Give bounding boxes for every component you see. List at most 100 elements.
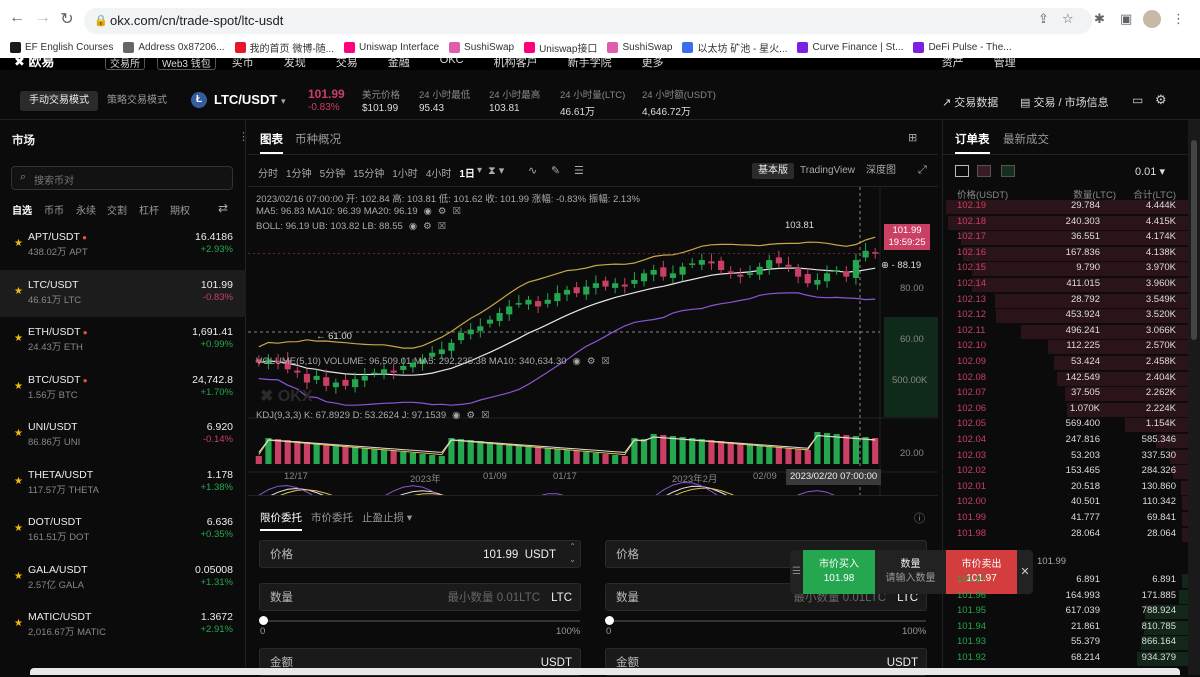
sidepanel-icon[interactable]: ▣ (1120, 11, 1132, 27)
close-small-icon[interactable]: ☒ (452, 206, 461, 217)
nav-item[interactable]: 机构客户 (490, 58, 542, 70)
ask-row[interactable]: 102.06 1.070K 2.224K (943, 402, 1188, 418)
ask-row[interactable]: 102.08 142.549 2.404K (943, 371, 1188, 387)
bookmark-item[interactable]: DeFi Pulse - The... (913, 41, 1012, 53)
nav-item[interactable]: 新手学院 (564, 58, 616, 70)
candle-type-icon[interactable]: ⧗ ▾ (488, 164, 504, 178)
ask-row[interactable]: 102.01 20.518 130.860 (943, 480, 1188, 496)
tab-stop-order[interactable]: 止盈止损 ▾ (362, 510, 412, 525)
address-bar[interactable]: 🔒 okx.com/cn/trade-spot/ltc-usdt (84, 8, 1092, 34)
nav-item[interactable]: 交易所 (105, 58, 145, 70)
ask-row[interactable]: 102.13 28.792 3.549K (943, 293, 1188, 309)
market-row[interactable]: ★ GALA/USDT 2.57亿 GALA 0.05008 +1.31% (0, 555, 246, 602)
tab-chart[interactable]: 图表 (260, 131, 283, 154)
interval-option[interactable]: 5分钟 (320, 165, 346, 180)
ask-row[interactable]: 102.10 112.225 2.570K (943, 340, 1188, 355)
market-row[interactable]: ★ THETA/USDT 117.57万 THETA 1.178 +1.38% (0, 460, 246, 507)
ask-row[interactable]: 101.99 41.777 69.841 (943, 512, 1188, 527)
bookmark-item[interactable]: SushiSwap (607, 41, 672, 53)
precision-select[interactable]: 0.01 ▾ (1135, 165, 1165, 178)
interval-option[interactable]: 1分钟 (286, 165, 312, 180)
favorite-star-icon[interactable]: ★ (14, 333, 23, 344)
bookmark-star-icon[interactable]: ☆ (1062, 11, 1074, 27)
market-row[interactable]: ★ UNI/USDT 86.86万 UNI 6.920 -0.14% (0, 412, 246, 459)
favorite-star-icon[interactable]: ★ (14, 238, 23, 249)
draw-tool-icon[interactable]: ✎ (551, 164, 560, 177)
settings-small-icon[interactable]: ⚙ (466, 410, 475, 421)
slider-handle[interactable] (605, 616, 614, 625)
interval-option[interactable]: 1日 (459, 165, 475, 180)
ask-row[interactable]: 102.02 153.465 284.326 (943, 465, 1188, 480)
ask-row[interactable]: 102.17 36.551 4.174K (943, 231, 1188, 246)
market-row[interactable]: ★ LTC/USDT 46.61万 LTC 101.99 -0.83% (0, 269, 246, 317)
pair-selector[interactable]: LTC/USDT ▾ (214, 92, 285, 107)
ask-row[interactable]: 102.12 453.924 3.520K (943, 309, 1188, 324)
ask-row[interactable]: 102.19 29.784 4.444K (943, 200, 1188, 215)
favorite-star-icon[interactable]: ★ (14, 523, 23, 534)
back-icon[interactable]: ← (6, 9, 28, 27)
tab-orderbook[interactable]: 订单表 (955, 131, 990, 154)
nav-item[interactable]: Web3 钱包 (157, 58, 216, 70)
sell-amount-slider[interactable] (608, 620, 926, 622)
favorite-star-icon[interactable]: ★ (14, 618, 23, 629)
view-tradingview[interactable]: TradingView (800, 163, 855, 179)
extensions-icon[interactable]: ✱ (1094, 11, 1105, 27)
list-icon[interactable]: ☰ (574, 164, 584, 177)
bid-row[interactable]: 101.94 21.861 810.785 (943, 620, 1188, 636)
bookmark-item[interactable]: EF English Courses (10, 41, 113, 53)
settings-gear-icon[interactable]: ⚙ (1155, 92, 1167, 108)
okx-logo[interactable]: ✖ 欧易 (14, 58, 84, 70)
page-scrollbar[interactable] (1188, 120, 1200, 675)
ask-row[interactable]: 102.11 496.241 3.066K (943, 324, 1188, 340)
settings-small-icon[interactable]: ⚙ (423, 221, 432, 232)
bid-row[interactable]: 101.93 55.379 866.164 (943, 636, 1188, 651)
bookmark-item[interactable]: Uniswap Interface (344, 41, 439, 53)
ask-row[interactable]: 102.14 411.015 3.960K (943, 278, 1188, 293)
market-row[interactable]: ★ DOT/USDT 161.51万 DOT 6.636 +0.35% (0, 507, 246, 554)
stepper-down-icon[interactable]: ⌄ (569, 546, 576, 574)
bookmark-item[interactable]: Uniswap接口 (524, 40, 597, 55)
ask-row[interactable]: 102.15 9.790 3.970K (943, 262, 1188, 277)
nav-item[interactable]: 买币 (228, 58, 258, 70)
bookmark-item[interactable]: 我的首页 微博-随... (234, 40, 334, 55)
trade-data-link[interactable]: ↗ 交易数据 (942, 94, 998, 110)
bookmark-item[interactable]: SushiSwap (449, 41, 514, 53)
buy-price-input[interactable]: 价格 101.99 USDT ⌃ ⌄ (259, 540, 581, 568)
buy-qty-input[interactable]: 数量 最小数量 0.01LTC LTC (259, 583, 581, 611)
layout-icon[interactable]: ▭ (1132, 93, 1143, 107)
ask-row[interactable]: 102.09 53.424 2.458K (943, 356, 1188, 371)
book-bids-icon[interactable] (1001, 165, 1015, 177)
bid-row[interactable]: 101.92 68.214 934.379 (943, 652, 1188, 667)
market-row[interactable]: ★ APT/USDT ● 438.02万 APT 16.4186 +2.93% (0, 222, 246, 269)
ask-row[interactable]: 102.18 240.303 4.415K (943, 215, 1188, 231)
close-small-icon[interactable]: ☒ (438, 221, 447, 232)
tab-overview[interactable]: 币种概况 (295, 131, 341, 147)
market-row[interactable]: ★ MATIC/USDT 2,016.67万 MATIC 1.3672 +2.91% (0, 602, 246, 649)
interval-option[interactable]: 4小时 (426, 165, 452, 180)
ask-row[interactable]: 102.00 40.501 110.342 (943, 496, 1188, 511)
strategy-mode-tab[interactable]: 策略交易模式 (98, 91, 176, 111)
view-basic[interactable]: 基本版 (752, 163, 794, 179)
eye-icon[interactable]: ◉ (573, 356, 581, 367)
indicator-icon[interactable]: ∿ (528, 164, 537, 177)
interval-option[interactable]: 15分钟 (353, 165, 384, 180)
ask-row[interactable]: 102.07 37.505 2.262K (943, 387, 1188, 402)
eye-icon[interactable]: ◉ (424, 206, 432, 217)
tab-limit-order[interactable]: 限价委托 (260, 510, 302, 531)
grid-layout-icon[interactable]: ⊞ (908, 131, 917, 144)
trade-info-link[interactable]: ▤ 交易 / 市场信息 (1020, 94, 1109, 110)
nav-item[interactable]: 更多 (638, 58, 668, 70)
ask-row[interactable]: 102.03 53.203 337.530 (943, 449, 1188, 465)
refresh-icon[interactable]: ⇄ (218, 201, 228, 215)
share-icon[interactable]: ⇪ (1038, 11, 1049, 27)
market-tab[interactable]: 交割 (107, 202, 127, 217)
menu-kebab-icon[interactable]: ⋮ (1172, 11, 1185, 27)
nav-item[interactable]: OKC (436, 58, 468, 70)
book-asks-icon[interactable] (977, 165, 991, 177)
ask-row[interactable]: 102.04 247.816 585.346 (943, 434, 1188, 449)
favorite-star-icon[interactable]: ★ (14, 571, 23, 582)
market-buy-button[interactable]: 市价买入 101.98 (803, 550, 875, 594)
ask-row[interactable]: 102.16 167.836 4.138K (943, 246, 1188, 262)
settings-small-icon[interactable]: ⚙ (438, 206, 447, 217)
market-row[interactable]: ★ BTC/USDT ● 1.56万 BTC 24,742.8 +1.70% (0, 365, 246, 412)
